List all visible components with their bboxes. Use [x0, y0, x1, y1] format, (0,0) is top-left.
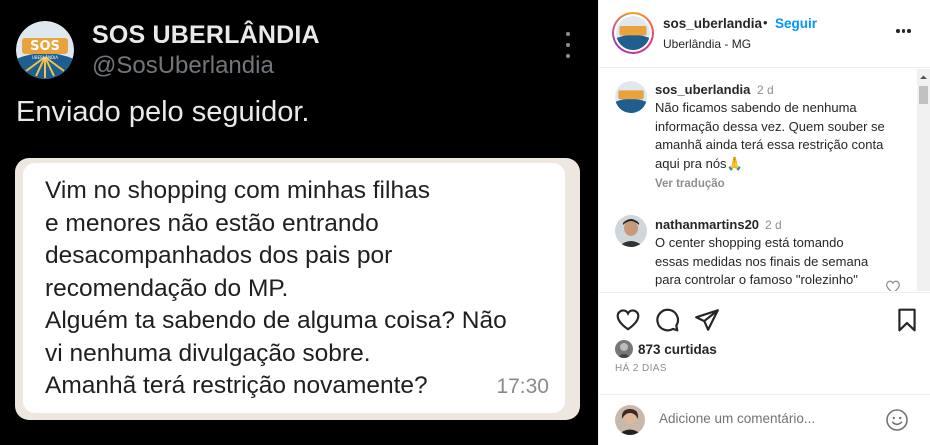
likes-count[interactable]: 873 curtidas — [638, 342, 717, 357]
follow-button[interactable]: Seguir — [775, 16, 817, 31]
post-date[interactable]: HÁ 2 DIAS — [615, 363, 667, 374]
user-avatar — [615, 405, 645, 435]
more-icon[interactable] — [896, 29, 911, 33]
separator-dot: • — [763, 15, 768, 30]
comment-time: 2 d — [765, 218, 782, 232]
logo-subtext: UBERLÂNDIA — [32, 55, 58, 60]
add-comment-input[interactable] — [659, 411, 869, 426]
comment-username[interactable]: sos_uberlandia — [655, 82, 750, 97]
comment-icon[interactable] — [654, 307, 680, 333]
message-text: Vim no shopping com minhas filhas e meno… — [45, 177, 507, 399]
share-icon[interactable] — [694, 307, 720, 333]
like-comment-icon[interactable] — [885, 280, 901, 291]
post-image[interactable]: SOS UBERLÂNDIA SOS UBERLÂNDIA @SosUberla… — [0, 0, 598, 445]
post-body: Enviado pelo seguidor. — [16, 96, 310, 128]
header-username[interactable]: sos_uberlandia — [663, 16, 762, 31]
comment-text: Não ficamos sabendo de nenhuma informaçã… — [655, 100, 885, 171]
bookmark-icon[interactable] — [894, 307, 920, 333]
comments-scrollbar[interactable] — [917, 69, 930, 291]
story-ring[interactable] — [612, 12, 654, 54]
actions-bar: 873 curtidas HÁ 2 DIAS — [599, 292, 930, 445]
message-time: 17:30 — [496, 375, 549, 398]
heart-icon[interactable] — [615, 307, 641, 333]
message-bubble: Vim no shopping com minhas filhas e meno… — [23, 163, 565, 413]
emoji-icon[interactable] — [885, 408, 909, 432]
message-card: Vim no shopping com minhas filhas e meno… — [15, 158, 580, 420]
comments-list[interactable]: sos_uberlandia 2 d Não ficamos sabendo d… — [599, 69, 930, 291]
comment-avatar[interactable] — [615, 215, 647, 247]
scroll-thumb[interactable] — [919, 86, 928, 104]
comment-username[interactable]: nathanmartins20 — [655, 217, 759, 232]
comment-avatar[interactable] — [615, 81, 647, 113]
kebab-icon — [558, 32, 578, 58]
post-header: sos_uberlandia • Seguir Uberlândia - MG — [599, 0, 930, 68]
logo-text: SOS — [30, 39, 60, 54]
liker-avatar[interactable] — [615, 340, 633, 358]
author-handle: @SosUberlandia — [92, 52, 274, 79]
comment-time: 2 d — [757, 83, 774, 97]
add-comment-row — [599, 394, 930, 445]
author-logo: SOS UBERLÂNDIA — [16, 21, 74, 79]
see-translation-link[interactable]: Ver tradução — [655, 178, 725, 190]
comment-text: O center shopping está tomando essas med… — [655, 235, 869, 287]
location-link[interactable]: Uberlândia - MG — [663, 37, 751, 51]
avatar — [616, 16, 650, 50]
scroll-up-icon[interactable] — [917, 73, 930, 81]
author-name: SOS UBERLÂNDIA — [92, 21, 320, 49]
post-panel: sos_uberlandia • Seguir Uberlândia - MG … — [598, 0, 930, 445]
